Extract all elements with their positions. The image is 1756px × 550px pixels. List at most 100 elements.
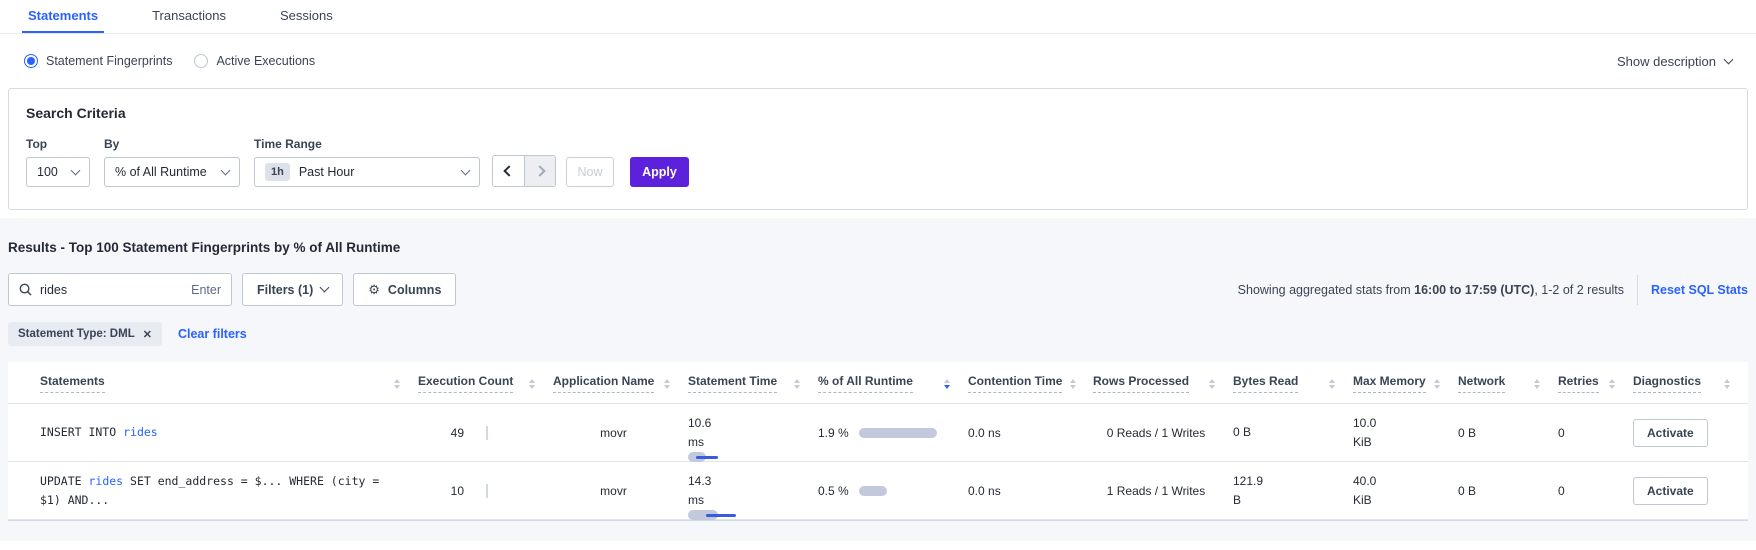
radio-unselected-icon (194, 54, 208, 68)
header-statements[interactable]: Statements (40, 362, 418, 403)
sort-icon[interactable] (1724, 379, 1730, 389)
columns-label: Columns (388, 283, 441, 297)
tab-sessions[interactable]: Sessions (274, 0, 339, 33)
header-diagnostics[interactable]: Diagnostics (1633, 362, 1748, 403)
header-contention-time[interactable]: Contention Time (968, 362, 1093, 403)
statement-link[interactable]: UPDATE rides SET end_address = $... WHER… (40, 462, 418, 519)
top-field: Top 100 (26, 137, 104, 187)
now-button[interactable]: Now (566, 157, 614, 187)
chevron-left-icon (503, 165, 514, 176)
chevron-down-icon (461, 165, 471, 175)
sort-icon-active-desc[interactable] (944, 379, 950, 389)
search-icon (19, 283, 32, 296)
radio-selected-icon (24, 54, 38, 68)
header-retries[interactable]: Retries (1558, 362, 1633, 403)
application-name-cell: movr (553, 474, 688, 508)
radio-active-executions[interactable]: Active Executions (194, 54, 315, 68)
show-description-toggle[interactable]: Show description (1617, 54, 1732, 69)
filter-chip-statement-type[interactable]: Statement Type: DML ✕ (8, 322, 162, 346)
results-heading: Results - Top 100 Statement Fingerprints… (8, 218, 1748, 273)
sort-icon[interactable] (1534, 379, 1540, 389)
search-box[interactable]: Enter (8, 273, 232, 306)
statement-time-cell: 10.6 ms (688, 404, 818, 461)
sort-icon[interactable] (394, 379, 400, 389)
chevron-right-icon (534, 165, 545, 176)
header-network[interactable]: Network (1458, 362, 1558, 403)
runtime-pct-cell: 0.5 % (818, 474, 968, 508)
time-range-label: Time Range (254, 137, 480, 151)
header-bytes-read[interactable]: Bytes Read (1233, 362, 1353, 403)
radio-label: Statement Fingerprints (46, 54, 172, 68)
time-range-select[interactable]: 1h Past Hour (254, 157, 480, 187)
reset-sql-stats-link[interactable]: Reset SQL Stats (1651, 283, 1748, 297)
runtime-bar (859, 486, 887, 496)
sort-icon[interactable] (1209, 379, 1215, 389)
activate-diagnostics-button[interactable]: Activate (1633, 477, 1708, 505)
filters-label: Filters (1) (257, 283, 313, 297)
table-name-link[interactable]: rides (88, 474, 123, 488)
header-application-name[interactable]: Application Name (553, 362, 688, 403)
header-pct-all-runtime[interactable]: % of All Runtime (818, 362, 968, 403)
diagnostics-cell: Activate (1633, 409, 1748, 457)
sort-icon[interactable] (1070, 379, 1076, 389)
top-value: 100 (37, 165, 58, 179)
search-input[interactable] (40, 283, 160, 297)
time-range-field: Time Range 1h Past Hour (254, 137, 480, 187)
gear-icon: ⚙ (368, 282, 380, 298)
by-select[interactable]: % of All Runtime (104, 157, 240, 187)
execution-count-cell: 10 (418, 474, 553, 508)
header-rows-processed[interactable]: Rows Processed (1093, 362, 1233, 403)
by-field: By % of All Runtime (104, 137, 254, 187)
statement-link[interactable]: INSERT INTO rides (40, 413, 418, 451)
columns-button[interactable]: ⚙ Columns (353, 273, 456, 306)
activate-diagnostics-button[interactable]: Activate (1633, 419, 1708, 447)
rows-processed-cell: 1 Reads / 1 Writes (1093, 474, 1233, 508)
tab-bar: Statements Transactions Sessions (0, 0, 1756, 34)
contention-time-cell: 0.0 ns (968, 474, 1093, 508)
tab-transactions[interactable]: Transactions (146, 0, 232, 33)
chevron-down-icon (1724, 54, 1734, 64)
sort-icon[interactable] (529, 379, 535, 389)
max-memory-cell: 40.0 KiB (1353, 462, 1458, 519)
active-filters-row: Statement Type: DML ✕ Clear filters (8, 322, 1748, 346)
show-description-label: Show description (1617, 54, 1716, 69)
header-max-memory[interactable]: Max Memory (1353, 362, 1458, 403)
by-label: By (104, 137, 254, 151)
top-label: Top (26, 137, 104, 151)
radio-statement-fingerprints[interactable]: Statement Fingerprints (24, 54, 172, 68)
close-icon[interactable]: ✕ (143, 328, 152, 341)
header-execution-count[interactable]: Execution Count (418, 362, 553, 403)
bytes-read-cell: 121.9 B (1233, 462, 1353, 519)
bytes-read-cell: 0 B (1233, 413, 1353, 452)
table-row: INSERT INTO rides 49 movr 10.6 ms 1.9 % (8, 404, 1748, 462)
sort-icon[interactable] (794, 379, 800, 389)
header-statement-time[interactable]: Statement Time (688, 362, 818, 403)
filters-button[interactable]: Filters (1) (242, 273, 343, 306)
retries-cell: 0 (1558, 474, 1633, 508)
tab-statements[interactable]: Statements (22, 0, 104, 33)
apply-button[interactable]: Apply (630, 157, 689, 187)
execution-count-cell: 49 (418, 416, 553, 450)
sort-icon[interactable] (1434, 379, 1440, 389)
chevron-down-icon (221, 165, 231, 175)
table-name-link[interactable]: rides (123, 425, 158, 439)
time-range-value: Past Hour (299, 165, 355, 179)
time-range-badge: 1h (265, 163, 290, 181)
top-select[interactable]: 100 (26, 157, 90, 187)
sort-icon[interactable] (1329, 379, 1335, 389)
network-cell: 0 B (1458, 416, 1558, 450)
clear-filters-link[interactable]: Clear filters (178, 327, 247, 341)
sort-icon[interactable] (1609, 379, 1615, 389)
count-mini-bar (486, 484, 488, 498)
statement-time-cell: 14.3 ms (688, 462, 818, 519)
time-range-arrows (492, 155, 556, 187)
runtime-pct-cell: 1.9 % (818, 416, 968, 450)
statements-table: Statements Execution Count Application N… (8, 362, 1748, 521)
sql-activity-page: Statements Transactions Sessions Stateme… (0, 0, 1756, 550)
sort-icon[interactable] (664, 379, 670, 389)
previous-time-button[interactable] (493, 156, 524, 186)
table-header-row: Statements Execution Count Application N… (8, 362, 1748, 404)
search-criteria-title: Search Criteria (26, 105, 1730, 121)
runtime-bar (859, 428, 937, 438)
next-time-button[interactable] (524, 156, 555, 186)
